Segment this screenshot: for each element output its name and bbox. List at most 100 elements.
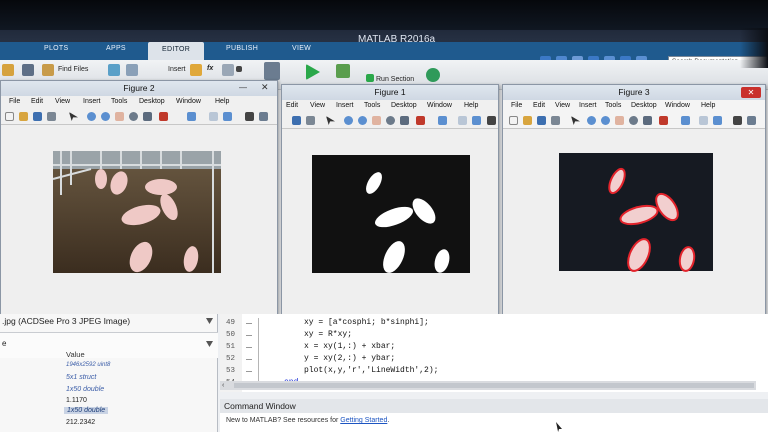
run-section-icon[interactable] [366, 74, 374, 82]
save-icon[interactable] [22, 64, 34, 76]
colorbar-icon[interactable] [209, 112, 218, 121]
chevron-down-icon[interactable] [206, 341, 213, 347]
rotate-icon[interactable] [129, 112, 138, 121]
menu-desktop[interactable]: Desktop [139, 98, 165, 105]
pan-icon[interactable] [115, 112, 124, 121]
tab-plots[interactable]: PLOTS [44, 45, 68, 52]
hide-tools-icon[interactable] [733, 116, 742, 125]
pan-icon[interactable] [372, 116, 381, 125]
link-icon[interactable] [681, 116, 690, 125]
legend-icon[interactable] [223, 112, 232, 121]
pointer-icon[interactable] [326, 116, 335, 125]
data-cursor-icon[interactable] [400, 116, 409, 125]
open-file-icon[interactable] [19, 112, 28, 121]
print-figure-icon[interactable] [551, 116, 560, 125]
colorbar-icon[interactable] [699, 116, 708, 125]
menu-edit[interactable]: Edit [31, 98, 43, 105]
find-files-button[interactable]: Find Files [58, 66, 88, 73]
breakpoints-icon[interactable] [264, 62, 280, 80]
menu-help[interactable]: Help [464, 102, 478, 109]
menu-view[interactable]: View [555, 102, 570, 109]
save-figure-icon[interactable] [292, 116, 301, 125]
zoom-out-icon[interactable] [358, 116, 367, 125]
figure-3-titlebar[interactable]: Figure 3 ✕ [503, 85, 765, 100]
menu-help[interactable]: Help [701, 102, 715, 109]
print-figure-icon[interactable] [47, 112, 56, 121]
scrollbar-thumb[interactable] [234, 383, 754, 388]
tab-editor[interactable]: EDITOR [148, 42, 205, 60]
data-cursor-icon[interactable] [643, 116, 652, 125]
menu-window[interactable]: Window [427, 102, 452, 109]
menu-insert[interactable]: Insert [83, 98, 101, 105]
menu-window[interactable]: Window [665, 102, 690, 109]
zoom-in-icon[interactable] [87, 112, 96, 121]
menu-tools[interactable]: Tools [605, 102, 621, 109]
zoom-out-icon[interactable] [601, 116, 610, 125]
show-tools-icon[interactable] [259, 112, 268, 121]
pointer-icon[interactable] [571, 116, 580, 125]
indent-icon[interactable] [222, 64, 234, 76]
menu-file[interactable]: File [9, 98, 20, 105]
value-column-header[interactable]: Value [66, 350, 85, 359]
run-section-button[interactable]: Run Section [376, 76, 414, 83]
save-figure-icon[interactable] [33, 112, 42, 121]
close-icon[interactable]: ✕ [261, 82, 269, 93]
new-figure-icon[interactable] [5, 112, 14, 121]
open-file-icon[interactable] [523, 116, 532, 125]
tab-apps[interactable]: APPS [106, 45, 126, 52]
legend-icon[interactable] [713, 116, 722, 125]
menu-desktop[interactable]: Desktop [631, 102, 657, 109]
run-icon[interactable] [306, 64, 320, 80]
fx-button[interactable]: fx [207, 65, 213, 72]
menu-edit[interactable]: Edit [286, 102, 298, 109]
show-tools-icon[interactable] [747, 116, 756, 125]
find-files-icon[interactable] [42, 64, 54, 76]
run-advance-icon[interactable] [336, 64, 350, 78]
close-icon[interactable]: ✕ [741, 87, 761, 98]
menu-window[interactable]: Window [176, 98, 201, 105]
menu-file[interactable]: File [511, 102, 522, 109]
getting-started-link[interactable]: Getting Started [340, 417, 387, 424]
tab-view[interactable]: VIEW [292, 45, 311, 52]
minimize-icon[interactable]: — [239, 83, 255, 93]
tab-publish[interactable]: PUBLISH [226, 45, 258, 52]
data-cursor-icon[interactable] [143, 112, 152, 121]
zoom-out-icon[interactable] [101, 112, 110, 121]
pointer-icon[interactable] [69, 112, 78, 121]
figure-2-window[interactable]: Figure 2 — ✕ File Edit View Insert Tools… [0, 80, 278, 316]
rotate-icon[interactable] [386, 116, 395, 125]
print-icon[interactable] [126, 64, 138, 76]
brush-icon[interactable] [159, 112, 168, 121]
new-figure-icon[interactable] [509, 116, 518, 125]
menu-tools[interactable]: Tools [364, 102, 380, 109]
figure-1-titlebar[interactable]: Figure 1 [282, 85, 498, 100]
menu-view[interactable]: View [310, 102, 325, 109]
menu-tools[interactable]: Tools [111, 98, 127, 105]
zoom-in-icon[interactable] [344, 116, 353, 125]
menu-view[interactable]: View [55, 98, 70, 105]
menu-edit[interactable]: Edit [533, 102, 545, 109]
run-time-icon[interactable] [426, 68, 440, 82]
hide-tools-icon[interactable] [245, 112, 254, 121]
zoom-in-icon[interactable] [587, 116, 596, 125]
pan-icon[interactable] [615, 116, 624, 125]
brush-icon[interactable] [659, 116, 668, 125]
figure-3-window[interactable]: Figure 3 ✕ File Edit View Insert Tools D… [502, 84, 766, 316]
rotate-icon[interactable] [629, 116, 638, 125]
link-icon[interactable] [187, 112, 196, 121]
scroll-left-icon[interactable]: ‹ [222, 382, 224, 389]
compare-icon[interactable] [108, 64, 120, 76]
hide-tools-icon[interactable] [487, 116, 496, 125]
insert-button[interactable]: Insert [168, 66, 186, 73]
open-folder-icon[interactable] [2, 64, 14, 76]
menu-desktop[interactable]: Desktop [391, 102, 417, 109]
menu-help[interactable]: Help [215, 98, 229, 105]
colorbar-icon[interactable] [458, 116, 467, 125]
menu-insert[interactable]: Insert [336, 102, 354, 109]
command-window[interactable]: New to MATLAB? See resources for Getting… [220, 413, 768, 432]
link-icon[interactable] [438, 116, 447, 125]
workspace-value-selected[interactable]: 1x50 double [64, 407, 109, 414]
editor-horizontal-scrollbar[interactable]: ‹ [220, 381, 756, 390]
save-figure-icon[interactable] [537, 116, 546, 125]
figure-1-window[interactable]: Figure 1 Edit View Insert Tools Desktop … [281, 84, 499, 316]
